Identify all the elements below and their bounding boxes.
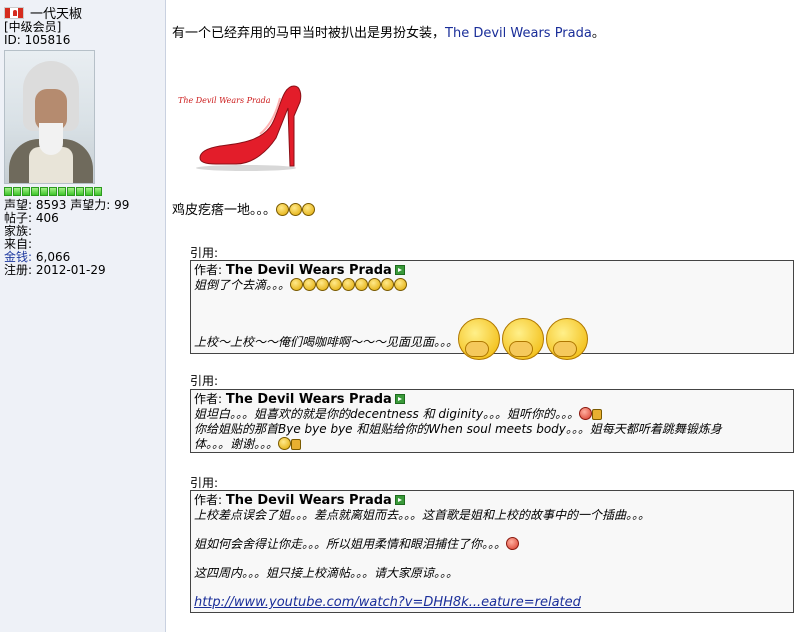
cover-mouth-emoticon-icon: [458, 318, 501, 360]
laugh-emoticon-icon: [303, 278, 317, 291]
laugh-emoticon-icon: [276, 203, 290, 216]
thumbs-up-icon: [291, 439, 302, 450]
quote-line: 姐坦白。。。姐喜欢的就是你的decentness 和 diginity。。。姐听…: [194, 407, 790, 422]
avatar[interactable]: [4, 50, 95, 184]
laugh-emoticon-icon: [329, 278, 343, 291]
blush-emoticon-icon: [579, 407, 593, 420]
quote-label: 引用:: [190, 374, 219, 388]
smile-emoticon-icon: [278, 437, 292, 450]
money-link[interactable]: 金钱:: [4, 250, 32, 264]
laugh-emoticon-icon: [381, 278, 395, 291]
quote-header: 作者: The Devil Wears Prada: [194, 493, 790, 508]
username-row: 一代天椒: [4, 4, 165, 22]
intro-link[interactable]: The Devil Wears Prada: [445, 26, 592, 41]
quote-line: 上校差点误会了姐。。。差点就离姐而去。。。这首歌是姐和上校的故事中的一个插曲。。…: [194, 508, 651, 522]
cover-mouth-emoticon-icon: [502, 318, 545, 360]
goto-post-icon[interactable]: [394, 495, 405, 505]
quote-box: 作者: The Devil Wears Prada 姐倒了个去滴。。。 上校～上…: [190, 260, 794, 360]
canada-flag-icon: [4, 6, 24, 19]
quote-author[interactable]: The Devil Wears Prada: [226, 263, 392, 278]
reaction-line: 鸡皮疙瘩一地。。。: [172, 203, 316, 219]
post-intro: 有一个已经弃用的马甲当时被扒出是男扮女装，The Devil Wears Pra…: [172, 26, 605, 41]
quote-line: [194, 523, 790, 537]
goto-post-icon[interactable]: [394, 394, 405, 404]
stat-registered: 注册: 2012-01-29: [4, 263, 106, 277]
laugh-emoticon-icon: [302, 203, 316, 216]
quote-author[interactable]: The Devil Wears Prada: [226, 493, 392, 508]
quote-line: 姐倒了个去滴。。。: [194, 278, 790, 293]
quote-author[interactable]: The Devil Wears Prada: [226, 392, 392, 407]
shoe-image: The Devil Wears Prada: [176, 80, 310, 172]
quote-label: 引用:: [190, 246, 219, 260]
quote-box: 作者: The Devil Wears Prada 姐坦白。。。姐喜欢的就是你的…: [190, 389, 794, 453]
quote-header: 作者: The Devil Wears Prada: [194, 263, 790, 278]
quote-line: 这四周内。。。姐只接上校滴帖。。。请大家原谅。。。: [194, 566, 459, 580]
quote-line: 体。。。谢谢。。。: [194, 437, 790, 452]
laugh-emoticon-icon: [289, 203, 303, 216]
shoe-image-caption: The Devil Wears Prada: [178, 96, 271, 105]
thumbs-up-icon: [592, 409, 603, 420]
quote-line: [194, 293, 790, 318]
quote-label: 引用:: [190, 476, 219, 490]
red-heel-icon: [196, 85, 302, 171]
user-sidebar: 一代天椒 [中级会员] ID: 105816 声望: 8593 声望力: 99 …: [0, 0, 166, 632]
user-stats: 声望: 8593 声望力: 99 帖子: 406 家族: 来自: 金钱: 6,0…: [4, 199, 165, 277]
blush-emoticon-icon: [506, 537, 520, 550]
goto-post-icon[interactable]: [394, 265, 405, 275]
cover-mouth-emoticon-icon: [546, 318, 589, 360]
laugh-emoticon-icon: [290, 278, 304, 291]
laugh-emoticon-icon: [394, 278, 408, 291]
quote-line: [194, 552, 790, 566]
laugh-emoticon-icon: [368, 278, 382, 291]
quote-line: 你给姐贴的那首Bye bye bye 和姐贴给你的When soul meets…: [194, 422, 722, 436]
quote-line: [194, 581, 790, 595]
quote-line: 上校～上校～～俺们喝咖啡啊～～～见面见面。。。: [194, 318, 790, 360]
laugh-emoticon-icon: [316, 278, 330, 291]
laugh-emoticon-icon: [355, 278, 369, 291]
laugh-emoticon-icon: [342, 278, 356, 291]
youtube-link[interactable]: http://www.youtube.com/watch?v=DHH8k...e…: [194, 595, 581, 610]
user-id: ID: 105816: [4, 33, 71, 47]
quote-line: 姐如何会舍得让你走。。。所以姐用柔情和眼泪捕住了你。。。: [194, 537, 790, 552]
quote-box: 作者: The Devil Wears Prada 上校差点误会了姐。。。差点就…: [190, 490, 794, 613]
quote-header: 作者: The Devil Wears Prada: [194, 392, 790, 407]
reputation-bar: [4, 187, 165, 197]
